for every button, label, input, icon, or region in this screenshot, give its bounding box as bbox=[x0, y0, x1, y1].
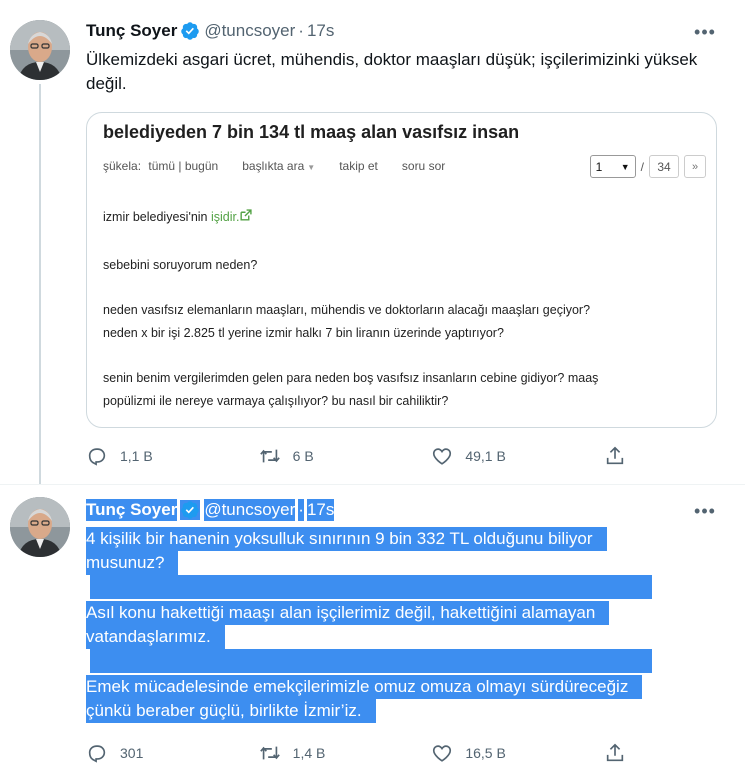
ask-link: soru sor bbox=[401, 159, 446, 173]
verified-badge-icon bbox=[180, 500, 201, 520]
tweet-header: Tunç Soyer @tuncsoyer · 17s bbox=[86, 499, 335, 521]
share-button[interactable] bbox=[604, 445, 626, 467]
selected-text: Asıl konu hakettiği maaşı alan işçilerim… bbox=[86, 601, 610, 625]
title-search-label: başlıkta ara bbox=[242, 159, 305, 173]
verified-badge-icon bbox=[180, 21, 200, 41]
share-icon bbox=[606, 446, 624, 465]
tweet-text-line: 4 kişilik bir hanenin yoksulluk sınırını… bbox=[86, 527, 607, 551]
sukela-filter: şükela: tümü | bugün bbox=[103, 159, 218, 173]
retweet-button[interactable]: 1,4 B bbox=[259, 742, 389, 764]
selection-blank-line bbox=[90, 575, 652, 599]
tweet-actions: 1,1 B 6 B 49,1 B bbox=[86, 442, 626, 470]
reply-count: 301 bbox=[120, 745, 144, 761]
chevron-down-icon: ▼ bbox=[620, 161, 630, 172]
like-count: 49,1 B bbox=[465, 448, 506, 464]
tweet[interactable]: Tunç Soyer @tuncsoyer · 17s ••• 4 kişili… bbox=[0, 484, 745, 767]
author-handle[interactable]: @tuncsoyer bbox=[204, 499, 296, 521]
retweet-button[interactable]: 6 B bbox=[259, 445, 389, 467]
entry-paragraph: popülizmi ile nereye varmaya çalışılıyor… bbox=[103, 394, 449, 408]
reply-icon bbox=[88, 448, 106, 466]
entry-subnav: şükela: tümü | bugün başlıkta ara ▼ takip… bbox=[103, 159, 445, 173]
author-handle[interactable]: @tuncsoyer bbox=[204, 20, 295, 42]
selected-text: musunuz? bbox=[86, 551, 179, 575]
like-count: 16,5 B bbox=[465, 745, 506, 761]
quoted-screenshot-card[interactable]: belediyeden 7 bin 134 tl maaş alan vasıf… bbox=[86, 112, 717, 428]
pager: 1 ▼ / 34 » bbox=[589, 155, 706, 178]
tweet[interactable]: Tunç Soyer @tuncsoyer · 17s ••• Ülkemizd… bbox=[0, 0, 745, 484]
tweet-text-line: Asıl konu hakettiği maaşı alan işçilerim… bbox=[86, 601, 610, 625]
page-next: » bbox=[684, 155, 706, 178]
entry-text: izmir belediyesi'nin bbox=[103, 210, 208, 224]
timestamp[interactable]: 17s bbox=[307, 20, 334, 42]
reply-count: 1,1 B bbox=[120, 448, 153, 464]
more-icon[interactable]: ••• bbox=[693, 499, 717, 523]
selected-text: Emek mücadelesinde emekçilerimizle omuz … bbox=[86, 675, 643, 699]
sukela-options: tümü | bugün bbox=[148, 159, 219, 173]
timestamp[interactable]: 17s bbox=[306, 499, 335, 521]
follow-link: takip et bbox=[339, 159, 378, 173]
selected-text: 4 kişilik bir hanenin yoksulluk sınırını… bbox=[86, 527, 607, 551]
share-button[interactable] bbox=[604, 742, 626, 764]
thread-connector-line bbox=[39, 84, 41, 484]
retweet-icon bbox=[259, 449, 280, 463]
tweet-header: Tunç Soyer @tuncsoyer · 17s bbox=[86, 20, 334, 42]
page-total: 34 bbox=[649, 155, 679, 178]
reply-button[interactable]: 1,1 B bbox=[86, 445, 216, 467]
page-select: 1 ▼ bbox=[589, 155, 636, 178]
selected-text: çünkü beraber güçlü, birlikte İzmir’iz. bbox=[86, 699, 376, 723]
tweet-actions: 301 1,4 B 16,5 B bbox=[86, 739, 626, 767]
sukela-label: şükela: bbox=[103, 159, 142, 173]
retweet-icon bbox=[259, 746, 280, 760]
retweet-count: 1,4 B bbox=[292, 745, 326, 761]
more-icon[interactable]: ••• bbox=[693, 20, 717, 44]
tweet-text-line: musunuz? bbox=[86, 551, 179, 575]
external-link-icon bbox=[240, 209, 253, 221]
page-current: 1 bbox=[595, 159, 603, 174]
share-icon bbox=[606, 743, 624, 762]
tweet-text-line: çünkü beraber güçlü, birlikte İzmir’iz. bbox=[86, 699, 376, 723]
entry-title: belediyeden 7 bin 134 tl maaş alan vasıf… bbox=[103, 122, 520, 142]
author-name[interactable]: Tunç Soyer bbox=[86, 20, 177, 42]
selected-text: vatandaşlarımız. bbox=[86, 625, 225, 649]
page-separator: / bbox=[640, 159, 644, 174]
caret-down-icon: ▼ bbox=[307, 163, 316, 172]
like-button[interactable]: 16,5 B bbox=[431, 742, 561, 764]
like-button[interactable]: 49,1 B bbox=[431, 445, 561, 467]
entry-link: işidir. bbox=[211, 210, 240, 224]
entry-paragraph: neden x bir işi 2.825 tl yerine izmir ha… bbox=[103, 326, 504, 340]
title-search: başlıkta ara ▼ bbox=[242, 159, 315, 173]
tweet-text: Ülkemizdeki asgari ücret, mühendis, dokt… bbox=[86, 50, 698, 93]
reply-button[interactable]: 301 bbox=[86, 742, 216, 764]
avatar[interactable] bbox=[10, 497, 70, 557]
entry-paragraph: senin benim vergilerimden gelen para ned… bbox=[103, 371, 599, 385]
entry-paragraph: neden vasıfsız elemanların maaşları, müh… bbox=[103, 303, 591, 317]
selection-blank-line bbox=[90, 649, 652, 673]
reply-icon bbox=[88, 745, 106, 763]
tweet-text-line: Emek mücadelesinde emekçilerimizle omuz … bbox=[86, 675, 643, 699]
avatar[interactable] bbox=[10, 20, 70, 80]
entry-paragraph: izmir belediyesi'nin işidir. bbox=[103, 206, 693, 229]
separator-dot: · bbox=[298, 21, 304, 40]
author-name[interactable]: Tunç Soyer bbox=[86, 499, 178, 521]
retweet-count: 6 B bbox=[292, 448, 314, 464]
tweet-text-line: vatandaşlarımız. bbox=[86, 625, 225, 649]
entry-paragraph: sebebini soruyorum neden? bbox=[103, 258, 258, 272]
like-icon bbox=[433, 745, 452, 762]
separator-dot: · bbox=[298, 499, 304, 521]
like-icon bbox=[433, 448, 452, 465]
